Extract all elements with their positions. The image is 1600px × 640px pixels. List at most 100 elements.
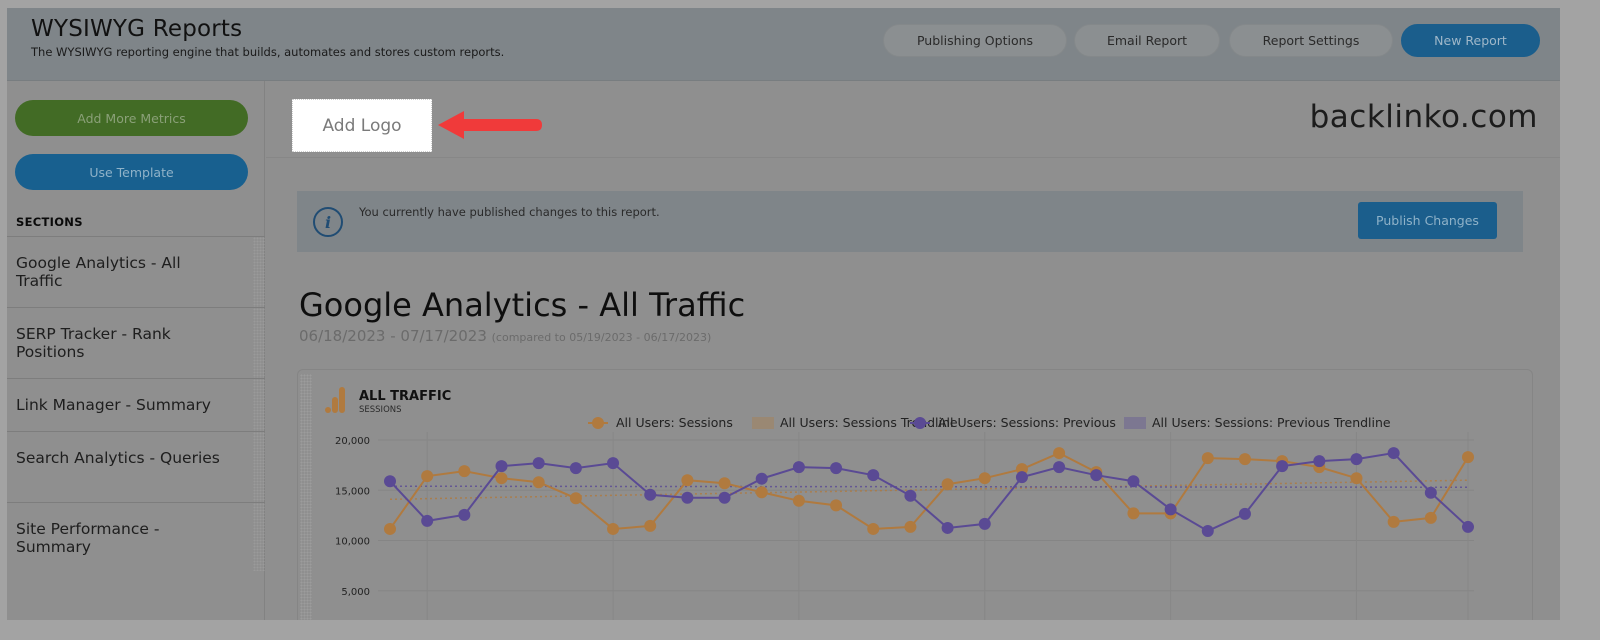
data-point — [1313, 455, 1326, 468]
data-point — [978, 472, 991, 485]
data-point — [1387, 515, 1400, 528]
section-label: SERP Tracker - Rank Positions — [16, 325, 171, 361]
section-list: Google Analytics - All Traffic SERP Trac… — [7, 236, 265, 571]
section-label: Site Performance - Summary — [16, 520, 160, 556]
notice-text: You currently have published changes to … — [359, 205, 660, 219]
data-point — [978, 517, 991, 530]
legend-label: All Users: Sessions — [616, 415, 733, 430]
data-point — [1127, 475, 1140, 488]
data-point — [1053, 461, 1066, 474]
app-title: WYSIWYG Reports — [31, 16, 243, 42]
new-report-button[interactable]: New Report — [1401, 24, 1540, 57]
data-point — [421, 470, 434, 483]
data-point — [1015, 471, 1028, 484]
y-tick-label: 5,000 — [341, 587, 370, 598]
data-point — [495, 460, 508, 473]
y-tick-label: 10,000 — [335, 537, 370, 548]
data-point — [1090, 469, 1103, 482]
section-item-link-manager[interactable]: Link Manager - Summary — [7, 378, 265, 431]
chart-card: ALL TRAFFIC SESSIONS 20,000 15,000 10,000 5… — [297, 369, 1533, 620]
data-point — [1462, 451, 1474, 464]
data-point — [681, 474, 694, 487]
section-item-site-performance[interactable]: Site Performance - Summary — [7, 502, 265, 571]
section-label: Search Analytics - Queries — [16, 449, 220, 467]
data-point — [941, 478, 954, 491]
section-item-google-analytics[interactable]: Google Analytics - All Traffic — [7, 236, 265, 307]
data-point — [1127, 507, 1140, 520]
add-logo-button[interactable]: Add Logo — [292, 99, 432, 152]
data-point — [384, 522, 396, 535]
section-item-serp-tracker[interactable]: SERP Tracker - Rank Positions — [7, 307, 265, 378]
app-subtitle: The WYSIWYG reporting engine that builds… — [31, 45, 505, 59]
email-report-button[interactable]: Email Report — [1074, 24, 1220, 57]
publish-changes-button[interactable]: Publish Changes — [1358, 202, 1497, 239]
legend-marker — [914, 417, 926, 429]
data-point — [607, 522, 620, 535]
data-point — [607, 457, 620, 470]
data-point — [941, 521, 954, 534]
data-point — [755, 486, 768, 499]
data-point — [644, 488, 657, 501]
data-point — [1238, 507, 1251, 520]
drag-handle[interactable] — [253, 379, 265, 431]
legend-label: All Users: Sessions: Previous Trendline — [1152, 415, 1391, 430]
data-point — [1387, 447, 1400, 460]
section-label: Link Manager - Summary — [16, 396, 211, 414]
data-point — [1201, 524, 1214, 537]
date-range-current: 06/18/2023 - 07/17/2023 — [299, 327, 487, 345]
report-title: Google Analytics - All Traffic — [299, 286, 746, 324]
brand-name: backlinko.com — [1309, 99, 1538, 135]
report-settings-button[interactable]: Report Settings — [1229, 24, 1393, 57]
red-arrow-annotation — [438, 111, 542, 139]
section-item-search-analytics[interactable]: Search Analytics - Queries — [7, 431, 265, 502]
data-point — [904, 489, 917, 502]
drag-handle[interactable] — [253, 432, 265, 502]
data-point — [867, 522, 880, 535]
publish-notice: i You currently have published changes t… — [297, 191, 1523, 252]
legend-label: All Users: Sessions Trendline — [780, 415, 958, 430]
legend-swatch — [752, 417, 774, 429]
data-point — [644, 519, 657, 532]
data-point — [718, 491, 731, 504]
top-header: WYSIWYG Reports The WYSIWYG reporting en… — [7, 8, 1560, 81]
data-point — [458, 465, 471, 478]
date-range-compared: (compared to 05/19/2023 - 06/17/2023) — [491, 331, 712, 344]
data-point — [1238, 453, 1251, 466]
data-point — [1424, 486, 1437, 499]
drag-handle[interactable] — [253, 237, 265, 307]
publishing-options-button[interactable]: Publishing Options — [883, 24, 1067, 57]
data-point — [532, 476, 545, 489]
sections-heading: SECTIONS — [16, 215, 83, 229]
add-more-metrics-button[interactable]: Add More Metrics — [15, 100, 248, 136]
data-point — [1350, 453, 1363, 466]
data-point — [458, 508, 471, 521]
section-label: Google Analytics - All Traffic — [16, 254, 181, 290]
drag-handle[interactable] — [253, 503, 265, 571]
data-point — [1276, 460, 1289, 473]
data-point — [1164, 503, 1177, 516]
data-point — [421, 514, 434, 527]
data-point — [867, 469, 880, 482]
data-point — [718, 477, 731, 490]
data-point — [904, 520, 917, 533]
data-point — [532, 457, 545, 470]
info-icon: i — [313, 207, 343, 237]
data-point — [1462, 520, 1474, 533]
y-tick-label: 15,000 — [335, 486, 370, 497]
drag-handle[interactable] — [253, 308, 265, 378]
data-point — [830, 499, 843, 512]
legend-label: All Users: Sessions: Previous — [938, 415, 1116, 430]
sidebar: Add More Metrics Use Template SECTIONS G… — [7, 81, 265, 620]
trendline — [389, 479, 1469, 501]
use-template-button[interactable]: Use Template — [15, 154, 248, 190]
data-point — [755, 472, 768, 485]
date-range: 06/18/2023 - 07/17/2023 (compared to 05/… — [299, 327, 711, 345]
data-point — [384, 475, 396, 488]
data-point — [792, 494, 805, 507]
data-point — [1424, 511, 1437, 524]
sessions-line-chart: 20,000 15,000 10,000 5,000 All Users: Sessio… — [335, 415, 1474, 620]
data-point — [569, 462, 582, 475]
legend-marker — [592, 417, 604, 429]
app-window: WYSIWYG Reports The WYSIWYG reporting en… — [7, 8, 1560, 620]
data-point — [1350, 472, 1363, 485]
